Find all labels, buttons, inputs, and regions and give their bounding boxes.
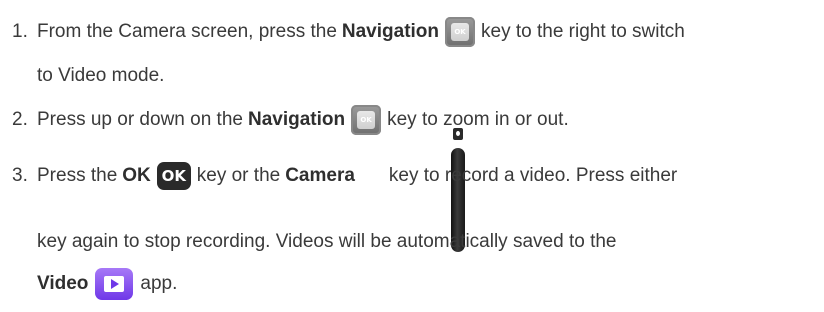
- step-text: key to zoom in or out.: [387, 109, 569, 130]
- step-text: key to the right to switch: [481, 21, 685, 42]
- step-3-line-1: 3. Press the OK OK key or the Camera key…: [12, 160, 677, 192]
- camera-key-label: Camera: [285, 165, 355, 186]
- navigation-key-label: Navigation: [341, 21, 440, 42]
- navigation-key-label: Navigation: [247, 109, 346, 130]
- step-3-line-3: Video app.: [37, 268, 177, 300]
- step-1-line-1: 1. From the Camera screen, press the Nav…: [12, 16, 685, 48]
- step-text: key again to stop recording. Videos will…: [37, 231, 617, 252]
- step-3-line-2: key again to stop recording. Videos will…: [37, 226, 616, 258]
- step-text: Press the: [37, 165, 118, 186]
- play-icon: [104, 276, 125, 292]
- step-number: 3.: [12, 165, 28, 186]
- ok-key-label: OK: [122, 165, 151, 186]
- video-app-icon: [95, 268, 134, 300]
- ok-key-icon: OK: [156, 162, 191, 190]
- step-1-line-2: to Video mode.: [37, 60, 164, 92]
- step-text: key or the: [196, 165, 281, 186]
- step-number: 2.: [12, 109, 28, 130]
- navigation-key-icon: OK: [445, 17, 476, 47]
- step-text: key to record a video. Press either: [388, 165, 678, 186]
- camera-lens-icon: [453, 128, 463, 140]
- navigation-key-ok-label: OK: [451, 23, 470, 41]
- step-text: Press up or down on the: [37, 109, 243, 130]
- step-text: to Video mode.: [37, 65, 165, 86]
- step-text: From the Camera screen, press the: [37, 21, 337, 42]
- navigation-key-ok-label: OK: [357, 111, 376, 129]
- step-number: 1.: [12, 21, 28, 42]
- step-text: app.: [140, 273, 178, 294]
- step-2-line-1: 2. Press up or down on the Navigation OK…: [12, 104, 569, 136]
- video-app-label: Video: [37, 273, 89, 294]
- navigation-key-icon: OK: [351, 105, 382, 135]
